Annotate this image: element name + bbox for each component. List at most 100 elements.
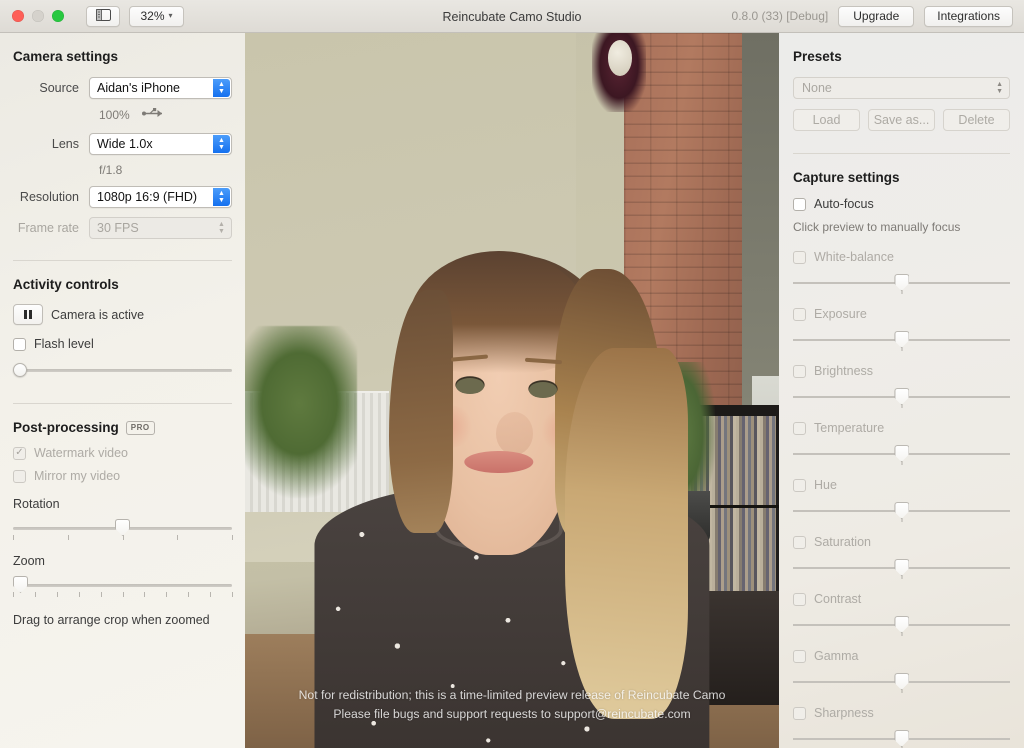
flash-level-row[interactable]: Flash level — [13, 337, 232, 351]
slider-tick — [57, 592, 58, 597]
capture-slider-checkbox[interactable] — [793, 707, 806, 720]
slider-knob[interactable] — [894, 559, 909, 576]
hair-right-fall — [565, 348, 688, 720]
crop-hint: Drag to arrange crop when zoomed — [13, 613, 232, 627]
sidebar-toggle-icon — [96, 9, 111, 24]
load-preset-button[interactable]: Load — [793, 109, 860, 131]
rotation-slider[interactable] — [13, 521, 232, 535]
slider-knob[interactable] — [115, 519, 130, 536]
slider-tick — [144, 592, 145, 597]
post-processing-heading-row: Post-processing PRO — [13, 420, 232, 435]
slider-center-tick — [901, 404, 902, 408]
capture-slider-checkbox[interactable] — [793, 650, 806, 663]
presets-dropdown[interactable]: None ▲▼ — [793, 77, 1010, 99]
capture-slider-label: Contrast — [814, 592, 861, 606]
slider-tick — [188, 592, 189, 597]
resolution-dropdown[interactable]: 1080p 16:9 (FHD) ▲▼ — [89, 186, 232, 208]
capture-slider[interactable] — [793, 446, 1010, 462]
source-dropdown[interactable]: Aidan's iPhone ▲▼ — [89, 77, 232, 99]
save-preset-button[interactable]: Save as... — [868, 109, 935, 131]
pause-camera-button[interactable] — [13, 304, 43, 325]
slider-knob[interactable] — [894, 673, 909, 690]
delete-preset-button[interactable]: Delete — [943, 109, 1010, 131]
slider-knob[interactable] — [894, 502, 909, 519]
capture-slider-row[interactable]: Temperature — [793, 421, 1010, 435]
mirror-video-label: Mirror my video — [34, 469, 120, 483]
focus-hint: Click preview to manually focus — [793, 220, 1010, 234]
capture-slider[interactable] — [793, 560, 1010, 576]
pause-icon — [24, 310, 32, 319]
capture-slider-row[interactable]: Sharpness — [793, 706, 1010, 720]
slider-knob[interactable] — [894, 331, 909, 348]
slider-knob[interactable] — [894, 730, 909, 747]
lens-row: Lens Wide 1.0x ▲▼ — [13, 133, 232, 155]
slider-knob[interactable] — [894, 274, 909, 291]
slider-knob[interactable] — [894, 388, 909, 405]
watermark-video-row[interactable]: ✓ Watermark video — [13, 446, 232, 460]
integrations-button[interactable]: Integrations — [924, 6, 1013, 27]
capture-slider-checkbox[interactable] — [793, 593, 806, 606]
capture-slider-label: Hue — [814, 478, 837, 492]
capture-sliders-list: White-balance Exposure Brightness Temperatu… — [793, 250, 1010, 747]
slider-tick — [166, 592, 167, 597]
slider-knob[interactable] — [894, 616, 909, 633]
capture-slider-checkbox[interactable] — [793, 536, 806, 549]
flash-level-checkbox[interactable] — [13, 338, 26, 351]
capture-slider[interactable] — [793, 389, 1010, 405]
sidebar-toggle-button[interactable] — [86, 6, 120, 27]
minimize-button[interactable] — [32, 10, 44, 22]
slider-knob[interactable] — [13, 576, 28, 593]
close-button[interactable] — [12, 10, 24, 22]
frame-rate-value: 30 FPS — [97, 221, 139, 235]
slider-center-tick — [901, 461, 902, 465]
capture-slider-checkbox[interactable] — [793, 308, 806, 321]
capture-slider[interactable] — [793, 674, 1010, 690]
capture-slider[interactable] — [793, 617, 1010, 633]
slider-center-tick — [901, 290, 902, 294]
capture-slider-row[interactable]: Contrast — [793, 592, 1010, 606]
capture-slider-row[interactable]: Saturation — [793, 535, 1010, 549]
capture-slider-row[interactable]: Brightness — [793, 364, 1010, 378]
resolution-row: Resolution 1080p 16:9 (FHD) ▲▼ — [13, 186, 232, 208]
resolution-label: Resolution — [13, 190, 89, 204]
flash-level-slider[interactable] — [13, 363, 232, 377]
window-controls — [0, 10, 64, 22]
capture-slider-row[interactable]: Hue — [793, 478, 1010, 492]
stepper-arrows-icon: ▲▼ — [213, 188, 230, 206]
capture-slider[interactable] — [793, 332, 1010, 348]
zoom-slider[interactable] — [13, 578, 232, 592]
frame-rate-dropdown[interactable]: 30 FPS ▲▼ — [89, 217, 232, 239]
capture-slider-checkbox[interactable] — [793, 251, 806, 264]
presets-heading: Presets — [793, 49, 1010, 64]
battery-row: 100% — [13, 106, 232, 124]
stepper-arrows-icon: ▲▼ — [213, 135, 230, 153]
capture-slider[interactable] — [793, 275, 1010, 291]
auto-focus-row[interactable]: Auto-focus — [793, 197, 1010, 211]
capture-slider-checkbox[interactable] — [793, 479, 806, 492]
upgrade-button[interactable]: Upgrade — [838, 6, 914, 27]
slider-knob[interactable] — [894, 445, 909, 462]
watermark-video-checkbox[interactable]: ✓ — [13, 447, 26, 460]
lens-dropdown[interactable]: Wide 1.0x ▲▼ — [89, 133, 232, 155]
source-label: Source — [13, 81, 89, 95]
slider-tick — [177, 535, 178, 540]
mirror-video-checkbox[interactable] — [13, 470, 26, 483]
capture-slider-row[interactable]: White-balance — [793, 250, 1010, 264]
slider-tick — [210, 592, 211, 597]
mirror-video-row[interactable]: Mirror my video — [13, 469, 232, 483]
lens-value: Wide 1.0x — [97, 137, 153, 151]
auto-focus-checkbox[interactable] — [793, 198, 806, 211]
slider-knob[interactable] — [13, 363, 27, 377]
maximize-button[interactable] — [52, 10, 64, 22]
divider — [13, 260, 232, 261]
zoom-level-dropdown[interactable]: 32% ▾ — [129, 6, 184, 27]
capture-slider-row[interactable]: Exposure — [793, 307, 1010, 321]
video-preview[interactable]: Not for redistribution; this is a time-l… — [245, 33, 779, 748]
capture-slider-checkbox[interactable] — [793, 422, 806, 435]
capture-slider-checkbox[interactable] — [793, 365, 806, 378]
slider-tick — [123, 535, 124, 540]
capture-slider-row[interactable]: Gamma — [793, 649, 1010, 663]
capture-slider[interactable] — [793, 503, 1010, 519]
lips — [464, 451, 533, 474]
capture-slider[interactable] — [793, 731, 1010, 747]
